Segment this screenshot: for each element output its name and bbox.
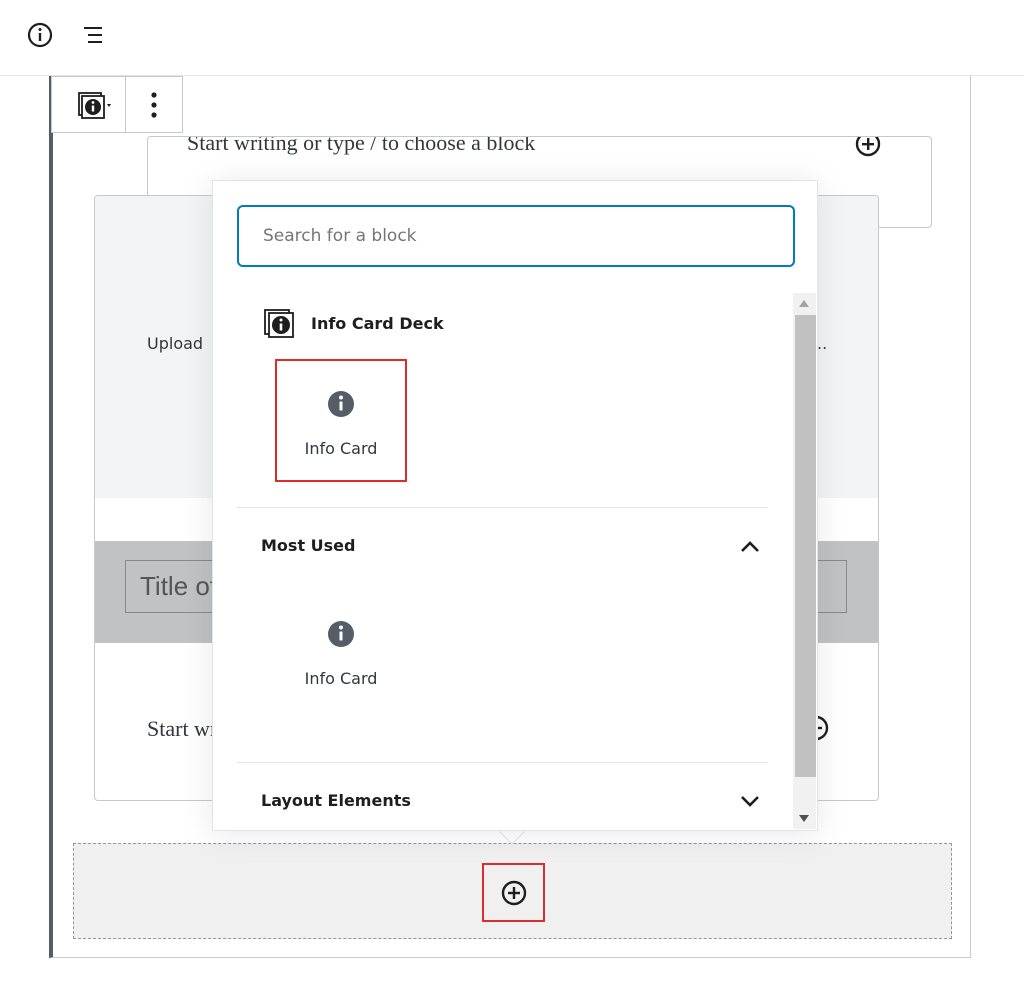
block-item-label: Info Card bbox=[304, 439, 378, 458]
scrollbar-thumb[interactable] bbox=[795, 315, 816, 777]
block-search-input[interactable] bbox=[237, 205, 795, 267]
vertical-ellipsis-icon bbox=[151, 91, 157, 118]
section-info-card-deck: Info Card Deck bbox=[263, 307, 444, 339]
section-title: Layout Elements bbox=[261, 791, 411, 810]
inline-inserter-plus-icon[interactable] bbox=[853, 137, 883, 164]
section-divider bbox=[237, 507, 768, 508]
chevron-down-icon bbox=[741, 795, 759, 807]
more-options-button[interactable] bbox=[126, 77, 182, 132]
block-switcher-button[interactable] bbox=[52, 77, 125, 132]
scroll-up-arrow-icon[interactable] bbox=[799, 300, 809, 307]
section-layout-elements-toggle[interactable]: Layout Elements bbox=[261, 791, 761, 810]
upload-text-tail: .. bbox=[817, 334, 828, 353]
info-circle-filled-icon bbox=[328, 391, 354, 417]
section-title: Info Card Deck bbox=[311, 313, 444, 333]
section-divider bbox=[237, 762, 768, 763]
inserter-scrollbar[interactable] bbox=[793, 293, 816, 829]
plus-circle-icon bbox=[501, 880, 526, 905]
inserter-block-list[interactable]: Info Card Deck Info Card Most Used Info … bbox=[237, 293, 771, 831]
block-item-info-card[interactable]: Info Card bbox=[275, 591, 407, 714]
paragraph-placeholder[interactable]: Start writing or type / to choose a bloc… bbox=[187, 137, 535, 156]
chevron-up-icon bbox=[741, 540, 759, 552]
block-inserter-popover: Info Card Deck Info Card Most Used bbox=[212, 180, 818, 831]
block-item-label: Info Card bbox=[304, 669, 378, 688]
info-icon[interactable] bbox=[25, 20, 55, 50]
upload-text[interactable]: Upload bbox=[147, 334, 203, 353]
block-toolbar bbox=[51, 76, 183, 133]
add-block-button[interactable] bbox=[482, 863, 545, 922]
info-card-deck-icon bbox=[264, 309, 294, 338]
scroll-down-arrow-icon[interactable] bbox=[799, 815, 809, 822]
info-card-deck-icon bbox=[77, 91, 111, 119]
editor-header bbox=[0, 0, 1024, 76]
list-outline-icon[interactable] bbox=[78, 20, 108, 50]
section-title: Most Used bbox=[261, 536, 356, 555]
info-circle-filled-icon bbox=[328, 621, 354, 647]
section-most-used-toggle[interactable]: Most Used bbox=[261, 536, 761, 555]
block-item-info-card[interactable]: Info Card bbox=[275, 359, 407, 482]
